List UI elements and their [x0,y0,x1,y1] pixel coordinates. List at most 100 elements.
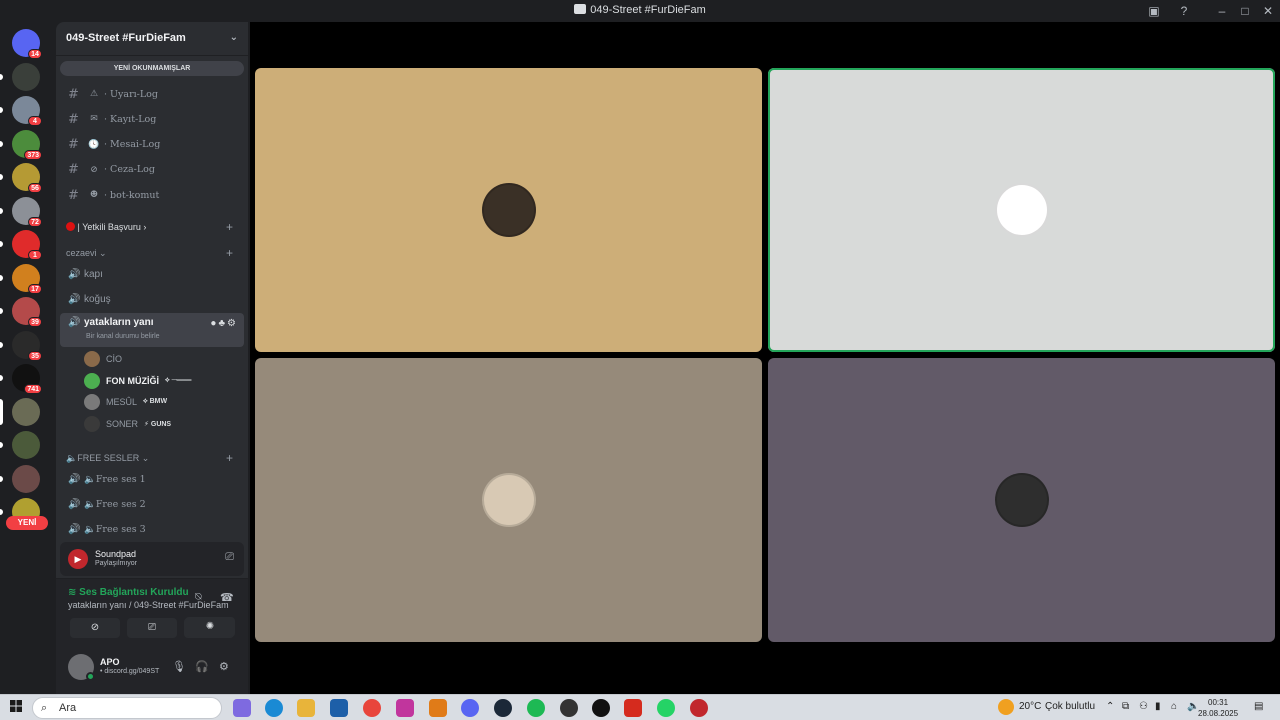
add-channel-icon[interactable]: + [226,220,233,234]
server-icon[interactable] [0,60,52,94]
unread-banner[interactable]: YENİ OKUNMAMIŞLAR [60,61,244,76]
voice-channel-kogus[interactable]: 🔊 koğuş [60,288,244,310]
add-member-icon[interactable]: ♣ [218,318,227,329]
voice-member[interactable]: SONER ⚡ GUNS [84,415,171,433]
channel-status-hint[interactable]: Bir kanal durumu belirle [86,333,160,340]
new-servers-badge[interactable]: YENİ [6,516,48,530]
voice-channel[interactable]: 🔊 🔈Free ses 2 [60,493,244,515]
noise-suppression-icon[interactable]: ⍉ [195,591,202,604]
text-channel[interactable]: # ⊘ · Ceza-Log [60,159,244,181]
server-icon[interactable]: 39 [0,294,52,328]
notifications-icon[interactable]: ▤ [1254,701,1263,712]
text-channel[interactable]: # ⚠ · Uyarı-Log [60,83,244,105]
app-icon[interactable] [560,699,578,717]
tray-app-icon[interactable]: ⚇ [1139,701,1148,712]
hashtag-icon: # [68,86,79,102]
taskbar-search[interactable]: ⌕ Ara [32,697,222,719]
server-icon[interactable]: 17 [0,261,52,295]
voice-member[interactable]: FON MÜZİĞİ ⟡ ─═══ [84,372,191,390]
spotify-icon[interactable] [527,699,545,717]
disconnect-icon[interactable]: ☎ [220,591,234,604]
server-icon[interactable]: 72 [0,194,52,228]
app-icon[interactable] [592,699,610,717]
voice-channel-active[interactable]: 🔊 yatakların yanı Bir kanal durumu belir… [60,313,244,347]
store-icon[interactable] [330,699,348,717]
text-channel[interactable]: # ☻ · bot-komut [60,184,244,206]
screen-share-icon[interactable]: ⎚ [225,551,234,564]
hashtag-icon: # [68,162,79,178]
weather-icon[interactable] [998,699,1014,715]
direct-messages-button[interactable]: 14 [0,26,52,60]
share-screen-button[interactable]: ⎚ [127,618,177,638]
minimize-button[interactable]: – [1214,3,1230,19]
file-explorer-icon[interactable] [297,699,315,717]
gear-icon[interactable]: ⚙ [219,660,229,673]
voice-channel-kapi[interactable]: 🔊 kapı [60,263,244,285]
chevron-up-icon[interactable]: ⌃ [1106,701,1114,712]
windows-start-icon[interactable] [10,700,22,712]
discord-icon[interactable] [461,699,479,717]
voice-channel[interactable]: 🔊 🔈Free ses 3 [60,519,244,541]
server-icon[interactable] [0,462,52,496]
mention-count-badge: 56 [28,183,42,193]
voice-status[interactable]: ≋ Ses Bağlantısı Kuruldu [68,587,189,598]
server-icon[interactable]: 741 [0,361,52,395]
channel-actions: ●♣⚙ [210,318,238,329]
video-tile[interactable] [255,358,762,642]
server-icon[interactable]: 35 [0,328,52,362]
voice-member[interactable]: CİO [84,350,122,368]
text-channel[interactable]: # ✉ · Kayıt-Log [60,108,244,130]
steam-icon[interactable] [494,699,512,717]
microphone-icon[interactable]: 🎙 [172,660,186,673]
member-name: MESÛL [106,397,138,407]
video-tile[interactable] [768,68,1275,352]
camera-toggle-button[interactable]: ⊘ [70,618,120,638]
text-channel[interactable]: # 🕓 · Mesai-Log [60,134,244,156]
category-jail[interactable]: cezaevi ⌄ + [66,246,233,260]
voice-member[interactable]: MESÛL ⟡ BMW [84,393,167,411]
instagram-icon[interactable] [396,699,414,717]
server-avatar: 741 [12,364,42,394]
window-title: 049-Street #FurDieFam [0,4,1280,16]
whatsapp-icon[interactable] [657,699,675,717]
headphones-icon[interactable]: 🎧 [195,660,209,673]
unread-indicator [0,174,3,180]
soundpad-activity[interactable]: ▶ Soundpad Paylaşılmıyor ⎚ [60,542,244,576]
gear-icon[interactable]: ⚙ [227,318,238,329]
network-icon[interactable]: ⌂ [1171,701,1177,712]
server-icon[interactable] [0,428,52,462]
soundboard-button[interactable]: ✺ [185,617,235,637]
server-icon[interactable]: 4 [0,93,52,127]
app-icon[interactable] [624,699,642,717]
maximize-button[interactable]: □ [1237,3,1253,19]
channel-emoji-icon: 🕓 [88,139,100,150]
close-button[interactable]: ✕ [1260,3,1276,19]
soundpad-icon[interactable] [690,699,708,717]
category-free[interactable]: 🔈FREE SESLER ⌄ + [66,451,233,465]
server-icon[interactable]: 1 [0,227,52,261]
tray-app-icon[interactable]: ▮ [1155,701,1161,712]
chrome-icon[interactable] [363,699,381,717]
add-channel-icon[interactable]: + [226,246,233,260]
server-icon[interactable]: 56 [0,160,52,194]
video-tile[interactable] [768,358,1275,642]
tray-app-icon[interactable]: ⧉ [1122,701,1129,712]
edge-icon[interactable] [265,699,283,717]
clock[interactable]: 00:31 28.08.2025 [1198,697,1238,719]
app-icon[interactable] [429,699,447,717]
inbox-icon[interactable]: ▣ [1146,3,1162,19]
category-apply[interactable]: | Yetkili Başvuru › + [66,220,233,234]
add-channel-icon[interactable]: + [226,451,233,465]
server-avatar: 56 [12,163,42,193]
server-icon[interactable]: 373 [0,127,52,161]
taskbar: ⌕ Ara 20°C Çok bulutlu ⌃ ⧉ ⚇ ▮ ⌂ 🔈 00:31 2… [0,694,1280,720]
help-icon[interactable]: ? [1176,3,1192,19]
voice-channel[interactable]: 🔊 🔈Free ses 1 [60,468,244,490]
server-icon[interactable] [0,395,52,429]
video-tile[interactable] [255,68,762,352]
mention-count-badge: 14 [28,49,42,59]
copilot-icon[interactable] [233,699,251,717]
avatar [84,394,100,410]
speaker-icon: 🔊 [68,317,81,328]
server-header[interactable]: 049-Street #FurDieFam ⌄ [56,22,248,56]
